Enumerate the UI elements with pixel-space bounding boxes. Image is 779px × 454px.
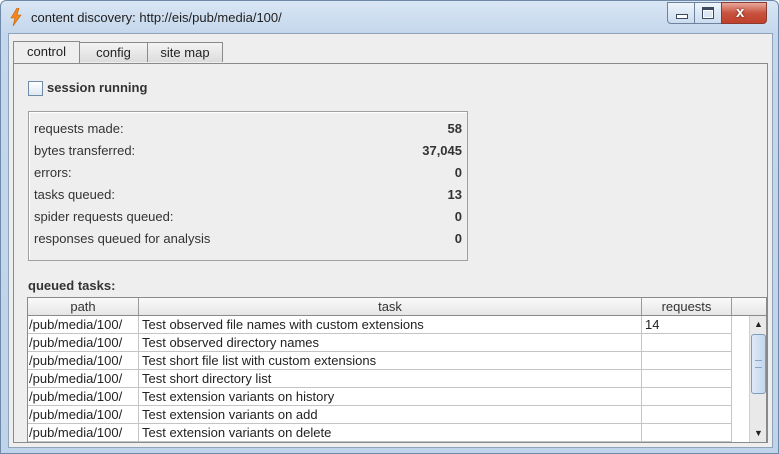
table-row[interactable]: /pub/media/100/ Test short directory lis… (28, 370, 732, 388)
client-area: control config site map session running … (8, 33, 773, 448)
cell-requests (642, 388, 732, 405)
stat-value: 0 (454, 231, 462, 246)
cell-task: Test observed directory names (139, 334, 642, 351)
cell-path: /pub/media/100/ (28, 388, 139, 405)
column-header-path[interactable]: path (28, 298, 139, 315)
cell-task: Test extension variants on delete (139, 424, 642, 441)
stat-label: responses queued for analysis (34, 231, 211, 246)
stat-row: responses queued for analysis 0 (34, 229, 462, 249)
cell-task: Test observed file names with custom ext… (139, 316, 642, 333)
stat-row: spider requests queued: 0 (34, 207, 462, 227)
cell-path: /pub/media/100/ (28, 334, 139, 351)
vertical-scrollbar[interactable]: ▲ ▼ (749, 316, 766, 442)
cell-requests (642, 352, 732, 369)
stat-value: 0 (454, 165, 462, 180)
cell-requests (642, 406, 732, 423)
close-button[interactable]: x (721, 2, 767, 24)
table-header: path task requests (28, 298, 766, 316)
tab-control[interactable]: control (13, 41, 80, 63)
tab-site-map[interactable]: site map (148, 42, 223, 62)
title-bar[interactable]: content discovery: http://eis/pub/media/… (1, 1, 778, 33)
stat-label: spider requests queued: (34, 209, 174, 224)
scroll-up-arrow-icon[interactable]: ▲ (750, 316, 766, 333)
queued-tasks-heading: queued tasks: (28, 278, 116, 293)
table-row[interactable]: /pub/media/100/ Test observed file names… (28, 316, 732, 334)
stat-row: errors: 0 (34, 163, 462, 183)
session-running-label: session running (47, 80, 148, 95)
cell-task: Test extension variants on history (139, 388, 642, 405)
column-header-requests[interactable]: requests (642, 298, 732, 315)
stat-value: 0 (454, 209, 462, 224)
stat-label: tasks queued: (34, 187, 115, 202)
table-row[interactable]: /pub/media/100/ Test extension variants … (28, 406, 732, 424)
cell-path: /pub/media/100/ (28, 352, 139, 369)
stat-row: tasks queued: 13 (34, 185, 462, 205)
control-panel: session running requests made: 58 bytes … (13, 63, 768, 443)
stats-panel: requests made: 58 bytes transferred: 37,… (28, 111, 468, 261)
cell-requests (642, 334, 732, 351)
cell-path: /pub/media/100/ (28, 316, 139, 333)
table-row[interactable]: /pub/media/100/ Test extension variants … (28, 424, 732, 442)
cell-task: Test extension variants on add (139, 406, 642, 423)
cell-task: Test short file list with custom extensi… (139, 352, 642, 369)
grip-icon (755, 360, 762, 368)
stat-value: 13 (447, 187, 462, 202)
scrollbar-thumb[interactable] (751, 334, 766, 394)
tab-config[interactable]: config (80, 42, 148, 62)
stat-row: requests made: 58 (34, 119, 462, 139)
stat-label: requests made: (34, 121, 124, 136)
window-title: content discovery: http://eis/pub/media/… (31, 10, 282, 25)
maximize-icon (702, 7, 714, 19)
maximize-button[interactable] (694, 2, 722, 24)
cell-requests: 14 (642, 316, 732, 333)
cell-path: /pub/media/100/ (28, 370, 139, 387)
session-running-checkbox[interactable] (28, 81, 43, 96)
table-row[interactable]: /pub/media/100/ Test observed directory … (28, 334, 732, 352)
table-body: /pub/media/100/ Test observed file names… (28, 316, 732, 442)
cell-requests (642, 370, 732, 387)
column-header-task[interactable]: task (139, 298, 642, 315)
scroll-down-arrow-icon[interactable]: ▼ (750, 425, 766, 442)
lightning-bolt-icon (10, 8, 22, 26)
stat-row: bytes transferred: 37,045 (34, 141, 462, 161)
cell-task: Test short directory list (139, 370, 642, 387)
minimize-icon (676, 14, 688, 19)
table-row[interactable]: /pub/media/100/ Test short file list wit… (28, 352, 732, 370)
stat-label: bytes transferred: (34, 143, 136, 158)
app-window: content discovery: http://eis/pub/media/… (0, 0, 779, 454)
close-icon: x (736, 4, 745, 21)
cell-requests (642, 424, 732, 441)
minimize-button[interactable] (667, 2, 695, 24)
cell-path: /pub/media/100/ (28, 424, 139, 441)
stat-value: 37,045 (422, 143, 462, 158)
table-row[interactable]: /pub/media/100/ Test extension variants … (28, 388, 732, 406)
cell-path: /pub/media/100/ (28, 406, 139, 423)
stat-value: 58 (447, 121, 462, 136)
queued-tasks-table: path task requests /pub/media/100/ Test … (27, 297, 767, 443)
stat-label: errors: (34, 165, 72, 180)
